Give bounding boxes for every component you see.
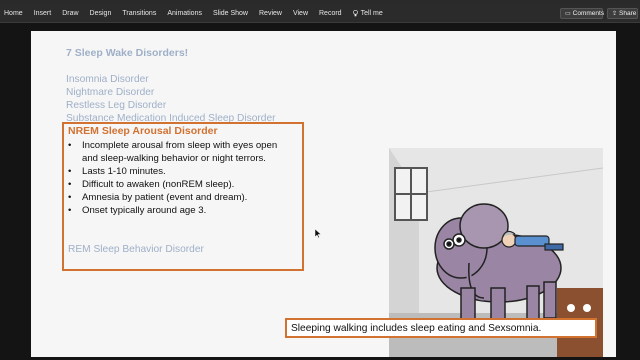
tab-design[interactable]: Design: [90, 10, 112, 17]
tell-me-search[interactable]: Tell me: [352, 10, 383, 17]
share-button[interactable]: ⇪ Share: [607, 8, 638, 19]
disorder-item: Nightmare Disorder: [66, 87, 155, 98]
caption-box[interactable]: Sleeping walking includes sleep eating a…: [285, 318, 597, 338]
mouse-cursor-icon: [315, 229, 321, 238]
nrem-highlight-box[interactable]: NREM Sleep Arousal Disorder Incomplete a…: [62, 122, 304, 271]
ribbon-tabs: Home Insert Draw Design Transitions Anim…: [4, 5, 383, 22]
slide-editor-canvas: 7 Sleep Wake Disorders! Insomnia Disorde…: [0, 23, 640, 360]
comments-label: Comments: [572, 10, 605, 17]
share-label: Share: [619, 10, 637, 17]
tab-view[interactable]: View: [293, 10, 308, 17]
comment-icon: ▭: [565, 11, 571, 17]
tab-review[interactable]: Review: [259, 10, 282, 17]
bullet-item: Lasts 1-10 minutes.: [68, 165, 304, 178]
tab-insert[interactable]: Insert: [34, 10, 52, 17]
tab-record[interactable]: Record: [319, 10, 342, 17]
ribbon-tab-bar: Home Insert Draw Design Transitions Anim…: [0, 5, 640, 23]
window-shape: [394, 167, 428, 221]
tab-transitions[interactable]: Transitions: [122, 10, 156, 17]
disorder-list: Insomnia Disorder Nightmare Disorder Res…: [66, 73, 276, 125]
slide[interactable]: 7 Sleep Wake Disorders! Insomnia Disorde…: [31, 31, 616, 357]
disorder-item: Restless Leg Disorder: [66, 100, 167, 111]
share-icon: ⇪: [612, 11, 618, 17]
tab-draw[interactable]: Draw: [62, 10, 78, 17]
rem-disorder-item: REM Sleep Behavior Disorder: [68, 244, 204, 255]
slide-title: 7 Sleep Wake Disorders!: [66, 47, 189, 59]
bullet-item: Amnesia by patient (event and dream).: [68, 191, 304, 204]
tab-slide-show[interactable]: Slide Show: [213, 10, 248, 17]
tab-home[interactable]: Home: [4, 10, 23, 17]
bullet-item: Onset typically around age 3.: [68, 204, 304, 217]
tab-animations[interactable]: Animations: [167, 10, 202, 17]
disorder-item: Insomnia Disorder: [66, 74, 149, 85]
nrem-bullet-list: Incomplete arousal from sleep with eyes …: [68, 139, 304, 217]
nrem-heading: NREM Sleep Arousal Disorder: [68, 125, 218, 137]
bullet-item: Incomplete arousal from sleep with eyes …: [68, 139, 304, 165]
tell-me-label: Tell me: [360, 10, 383, 17]
bullet-item: Difficult to awaken (nonREM sleep).: [68, 178, 304, 191]
comments-button[interactable]: ▭ Comments: [560, 8, 605, 19]
lightbulb-icon: [352, 10, 358, 17]
